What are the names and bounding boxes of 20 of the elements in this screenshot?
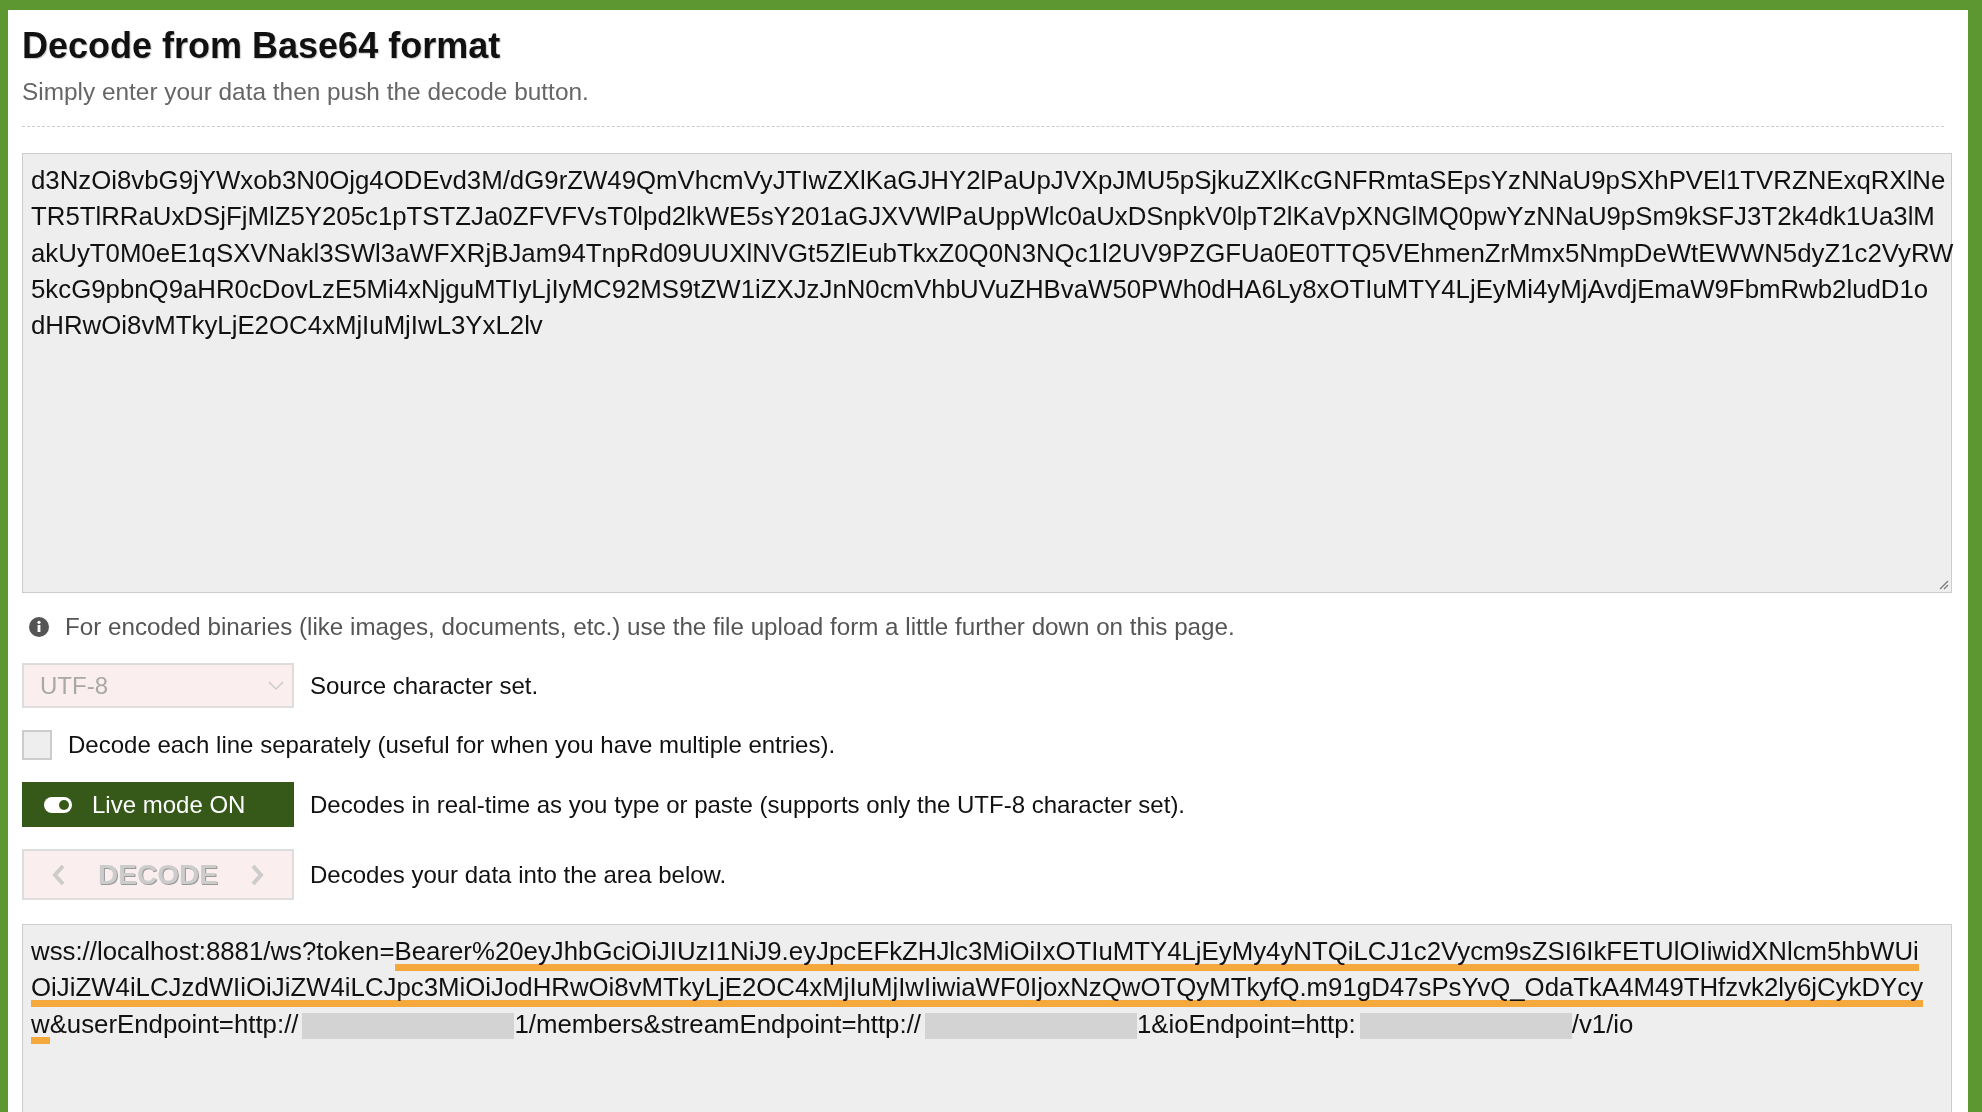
live-mode-description: Decodes in real-time as you type or paste (supports only the UTF-8 character set).: [310, 790, 1186, 819]
chevron-right-icon: [250, 862, 264, 887]
chevron-down-icon: [268, 680, 284, 691]
output-field[interactable]: wss://localhost:8881/ws?token=Bearer%20eyJhbGciOiJIUzI1NiJ9.eyJpcEFkZHJlc3MiOiIxOTIuMTY4LjEyMy4yNTQiLCJ1c2Vycm9sZSI6IkFETUlOIiwidXNlcm5hbWUi OiJiZW4iLCJzdWIiOiJiZW4iLCJpc3MiOiJodHRwOi8vMTkyLjE2OC4xMjIuMjIwIiwiaWF0IjoxNzQwOTQyMTkyfQ.m91gD47sPsYvQ_OdaTkA4M49THfzvk2ly6jCykDYcy w&userEndpoint=http:// 1/members&streamEndpoint=http:// 1&ioEndpoint=http: /v1/io: [22, 924, 1952, 1112]
toggle-icon: [44, 796, 72, 813]
input-field[interactable]: d3NzOi8vbG9jYWxob3N0Ojg4ODEvd3M/dG9rZW49QmVhcmVyJTIwZXlKaGJHY2lPaUpJVXpJMU5pSjkuZXlKcGNFRmtaSEpsYzNNaU9pSXhPVEl1TVRZNExqRXlNe TR5TlRRaUxDSjFjMlZ5Y205c1pTSTZJa0ZFVFVsT0lpd2lkWE5sY201aGJXVWlPaUppWlc0aUxDSnpkV0lpT2lKaVpXNGlMQ0pwYzNNaU9pSm9kSFJ3T2k4dk1Ua3lM akUyT0M0eE1qSXVNakl3SWl3aWFXRjBJam94TnpRd09UUXlNVGt5ZlEubTkxZ0Q0N3NQc1l2UV9PZGFUa0E0TTQ5VEhmenZrMmx5NmpDeWtEWWN5dyZ1c2VyRW 5kcG9pbnQ9aHR0cDovLzE5Mi4xNjguMTIyLjIyMC92MS9tZW1iZXJzJnN0cmVhbUVuZHBvaW50PWh0dHA6Ly8xOTIuMTY4LjEyMi4yMjAvdjEmaW9FbmRwb2ludD1o dHRwOi8vMTkyLjE2OC4xMjIuMjIwL3YxL2lv: [22, 153, 1952, 593]
highlighted-text: w: [31, 1009, 50, 1044]
info-icon: [29, 617, 49, 637]
page-title: Decode from Base64 format: [22, 24, 502, 68]
highlighted-text: OiJiZW4iLCJzdWIiOiJiZW4iLCJpc3MiOiJodHRwOi8vMTkyLjE2OC4xMjIuMjIwIiwiaWF0IjoxNzQwOTQyMTkyfQ.m91gD47sPsYvQ_OdaTkA4M49THfzvk2ly6jCykDYcy: [31, 973, 1924, 1008]
checkbox-label: Decode each line separately (useful for when you have multiple entries).: [68, 731, 836, 759]
live-mode-toggle[interactable]: Live mode ON: [22, 782, 294, 827]
chevron-left-icon: [52, 862, 66, 887]
page-subtitle: Simply enter your data then push the decode button.: [22, 78, 590, 106]
highlighted-text: Bearer%20eyJhbGciOiJIUzI1NiJ9.eyJpcEFkZHJlc3MiOiIxOTIuMTY4LjEyMy4yNTQiLCJ1c2Vycm9sZSI6IkFETUlOIiwidXNlcm5hbWUi: [394, 937, 1919, 971]
charset-label: Source character set.: [310, 671, 539, 700]
resize-grip-icon[interactable]: [1937, 578, 1949, 590]
checkbox[interactable]: [22, 730, 52, 760]
info-text: For encoded binaries (like images, documents, etc.) use the file upload form a little further down on this page.: [65, 613, 1235, 641]
decode-description: Decodes your data into the area below.: [310, 860, 727, 889]
